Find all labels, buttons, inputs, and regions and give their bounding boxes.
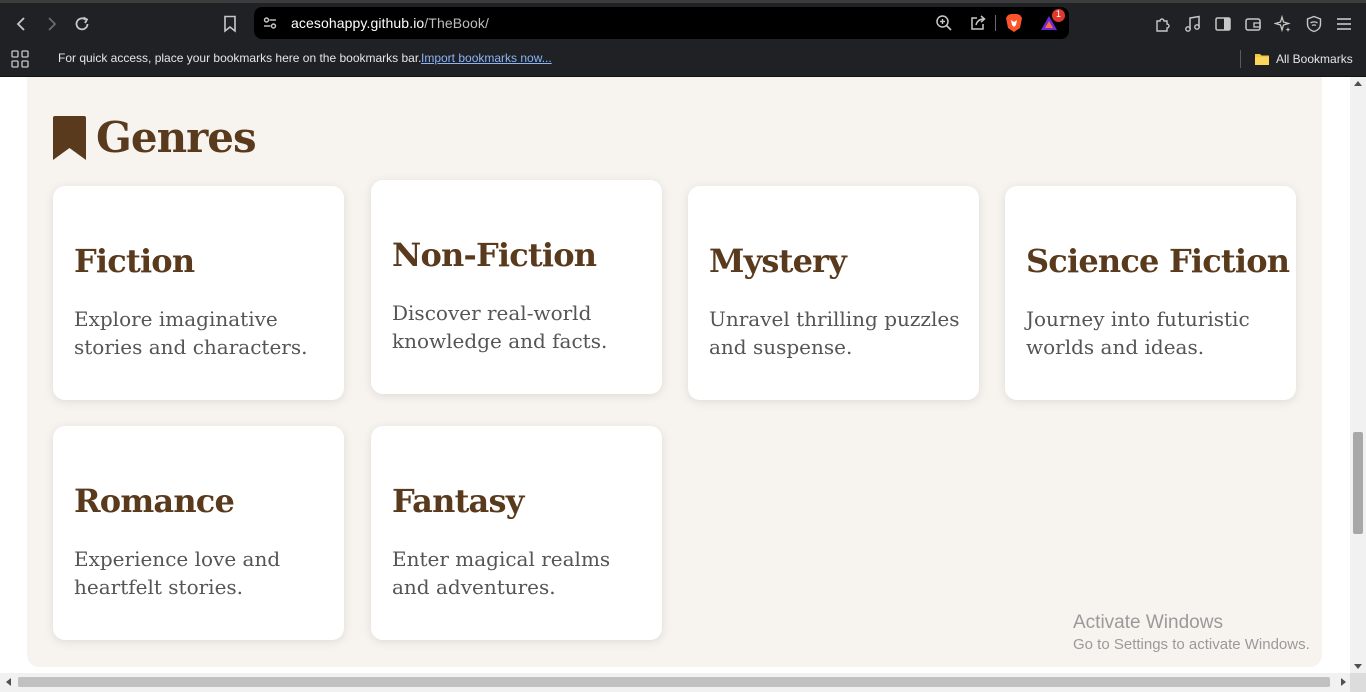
genre-title: Romance: [74, 482, 235, 520]
url-path: /TheBook/: [424, 15, 490, 31]
back-icon[interactable]: [9, 11, 35, 37]
media-icon[interactable]: [1183, 14, 1203, 34]
leo-ai-icon[interactable]: [1273, 14, 1293, 34]
genre-title: Mystery: [709, 242, 847, 280]
genre-title: Science Fiction: [1026, 242, 1290, 280]
menu-icon[interactable]: [1334, 14, 1354, 34]
page-viewport: Genres Fiction Explore imaginative stori…: [0, 77, 1350, 673]
bookmark-icon: [53, 115, 86, 160]
browser-toolbar: acesohappy.github.io/TheBook/ 1: [0, 0, 1366, 42]
import-bookmarks-link[interactable]: Import bookmarks now...: [421, 51, 552, 65]
watermark-subtitle: Go to Settings to activate Windows.: [1073, 636, 1310, 653]
apps-grid-icon[interactable]: [11, 50, 29, 68]
scroll-down-icon[interactable]: [1354, 664, 1362, 669]
genre-description: Discover real-world knowledge and facts.: [392, 301, 608, 353]
site-info-icon[interactable]: [262, 15, 278, 31]
bookmark-page-icon[interactable]: [218, 11, 242, 37]
scroll-right-icon[interactable]: [1341, 678, 1346, 686]
genre-card-mystery[interactable]: Mystery Unravel thrilling puzzles and su…: [688, 186, 979, 400]
genre-description: Explore imaginative stories and characte…: [74, 307, 308, 359]
genre-description: Experience love and heartfelt stories.: [74, 547, 281, 599]
url-host: acesohappy.github.io: [291, 15, 425, 31]
genre-title: Fantasy: [392, 482, 524, 520]
zoom-icon[interactable]: [935, 14, 953, 32]
vertical-scrollbar[interactable]: [1350, 77, 1366, 673]
scroll-left-icon[interactable]: [6, 678, 11, 686]
genre-description: Unravel thrilling puzzles and suspense.: [709, 307, 960, 359]
genre-card-fiction[interactable]: Fiction Explore imaginative stories and …: [53, 186, 344, 400]
genres-section: Genres Fiction Explore imaginative stori…: [27, 77, 1322, 667]
vertical-scroll-thumb[interactable]: [1353, 432, 1363, 534]
scroll-up-icon[interactable]: [1354, 81, 1362, 86]
genre-card-fantasy[interactable]: Fantasy Enter magical realms and adventu…: [371, 426, 662, 640]
sidebar-icon[interactable]: [1213, 14, 1233, 34]
folder-icon: [1255, 54, 1269, 65]
reload-icon[interactable]: [69, 11, 95, 37]
genre-card-romance[interactable]: Romance Experience love and heartfelt st…: [53, 426, 344, 640]
wallet-icon[interactable]: [1243, 14, 1263, 34]
horizontal-scrollbar[interactable]: [0, 673, 1350, 692]
address-bar[interactable]: acesohappy.github.io/TheBook/ 1: [254, 7, 1069, 39]
forward-icon[interactable]: [38, 11, 64, 37]
all-bookmarks-button[interactable]: All Bookmarks: [1254, 50, 1353, 68]
genre-card-science-fiction[interactable]: Science Fiction Journey into futuristic …: [1005, 186, 1296, 400]
genre-description: Enter magical realms and adventures.: [392, 547, 611, 599]
section-title: Genres: [96, 113, 257, 162]
all-bookmarks-label: All Bookmarks: [1276, 52, 1353, 66]
watermark-title: Activate Windows: [1073, 612, 1223, 633]
rewards-badge: 1: [1052, 9, 1065, 22]
extensions-icon[interactable]: [1153, 14, 1173, 34]
share-icon[interactable]: [969, 14, 987, 32]
bookmarks-divider: [1240, 50, 1241, 68]
horizontal-scroll-thumb[interactable]: [18, 677, 1330, 687]
section-heading: Genres: [53, 113, 257, 162]
genre-title: Non-Fiction: [392, 236, 597, 274]
vpn-icon[interactable]: [1304, 14, 1324, 34]
genre-title: Fiction: [74, 242, 195, 280]
url-text[interactable]: acesohappy.github.io/TheBook/: [291, 15, 489, 31]
brave-rewards-icon[interactable]: 1: [1040, 9, 1065, 32]
genre-card-non-fiction[interactable]: Non-Fiction Discover real-world knowledg…: [371, 180, 662, 394]
brave-shields-icon[interactable]: [1005, 14, 1023, 32]
bookmarks-bar: For quick access, place your bookmarks h…: [0, 42, 1366, 77]
genre-description: Journey into futuristic worlds and ideas…: [1026, 307, 1250, 359]
bookmarks-bar-message: For quick access, place your bookmarks h…: [58, 51, 422, 65]
scrollbar-corner: [1350, 673, 1366, 692]
url-divider: [995, 15, 996, 31]
activate-windows-watermark: Activate Windows Go to Settings to activ…: [1073, 612, 1310, 653]
